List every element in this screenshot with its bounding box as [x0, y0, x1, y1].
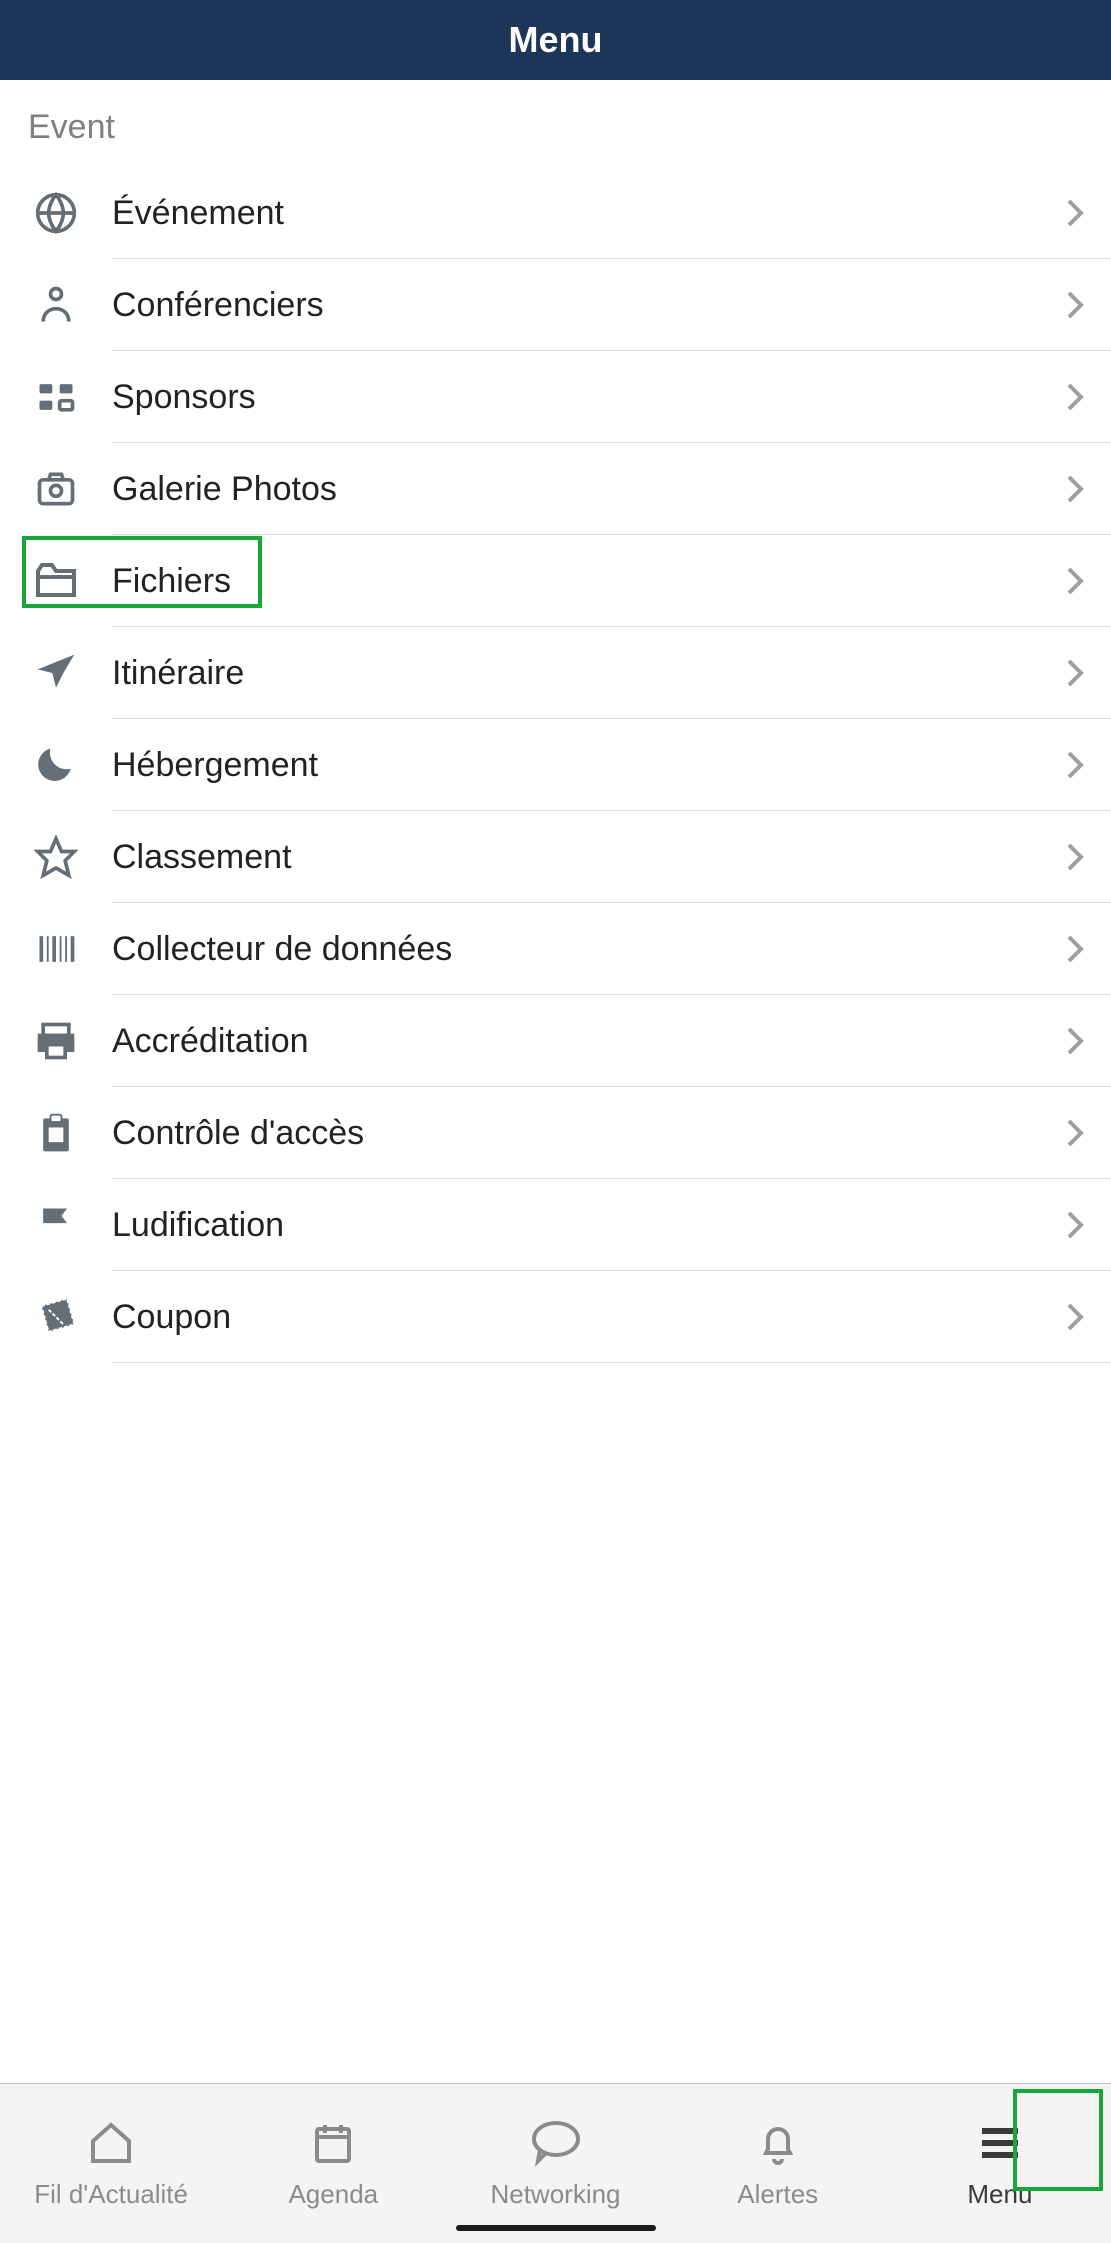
- tab-bar-wrapper: Fil d'Actualité Agenda Networking Alerte…: [0, 2083, 1111, 2243]
- menu-item-hebergement[interactable]: z Hébergement: [0, 719, 1111, 811]
- menu-item-evenement[interactable]: Événement: [0, 167, 1111, 259]
- tab-menu[interactable]: Menu: [889, 2084, 1111, 2243]
- chevron-right-icon: [1063, 749, 1111, 781]
- chevron-right-icon: [1063, 473, 1111, 505]
- tab-label: Agenda: [288, 2179, 378, 2210]
- globe-icon: [28, 191, 84, 235]
- menu-item-label: Classement: [84, 838, 1063, 877]
- tab-alertes[interactable]: Alertes: [667, 2084, 889, 2243]
- menu-item-ludification[interactable]: Ludification: [0, 1179, 1111, 1271]
- chevron-right-icon: [1063, 1025, 1111, 1057]
- tab-label: Fil d'Actualité: [34, 2179, 188, 2210]
- app-header: Menu: [0, 0, 1111, 80]
- menu-item-classement[interactable]: Classement: [0, 811, 1111, 903]
- menu-item-label: Événement: [84, 194, 1063, 233]
- chevron-right-icon: [1063, 289, 1111, 321]
- plane-icon: [28, 651, 84, 695]
- menu-item-label: Ludification: [84, 1206, 1063, 1245]
- calendar-icon: [309, 2117, 357, 2169]
- folder-icon: [28, 559, 84, 603]
- printer-icon: [28, 1019, 84, 1063]
- menu-item-label: Hébergement: [84, 746, 1063, 785]
- menu-item-accreditation[interactable]: Accréditation: [0, 995, 1111, 1087]
- chevron-right-icon: [1063, 381, 1111, 413]
- home-indicator: [456, 2225, 656, 2231]
- menu-item-collecteur-donnees[interactable]: Collecteur de données: [0, 903, 1111, 995]
- section-label: Event: [0, 108, 1111, 167]
- menu-item-label: Itinéraire: [84, 654, 1063, 693]
- ticket-icon: [28, 1295, 84, 1339]
- home-icon: [87, 2117, 135, 2169]
- menu-item-sponsors[interactable]: Sponsors: [0, 351, 1111, 443]
- svg-text:z: z: [60, 749, 65, 761]
- menu-item-label: Coupon: [84, 1298, 1063, 1337]
- menu-item-coupon[interactable]: Coupon: [0, 1271, 1111, 1363]
- star-icon: [28, 835, 84, 879]
- person-icon: [28, 283, 84, 327]
- tab-bar: Fil d'Actualité Agenda Networking Alerte…: [0, 2083, 1111, 2243]
- tab-label: Menu: [967, 2179, 1032, 2210]
- menu-item-label: Conférenciers: [84, 286, 1063, 325]
- menu-item-label: Accréditation: [84, 1022, 1063, 1061]
- chevron-right-icon: [1063, 565, 1111, 597]
- flag-icon: [28, 1203, 84, 1247]
- tab-label: Networking: [490, 2179, 620, 2210]
- chevron-right-icon: [1063, 1301, 1111, 1333]
- tab-fil-actualite[interactable]: Fil d'Actualité: [0, 2084, 222, 2243]
- menu-item-label: Collecteur de données: [84, 930, 1063, 969]
- clipboard-icon: [28, 1111, 84, 1155]
- menu-item-label: Galerie Photos: [84, 470, 1063, 509]
- menu-item-label: Fichiers: [84, 562, 1063, 601]
- menu-item-conferenciers[interactable]: Conférenciers: [0, 259, 1111, 351]
- menu-item-controle-acces[interactable]: Contrôle d'accès: [0, 1087, 1111, 1179]
- menu-item-label: Sponsors: [84, 378, 1063, 417]
- chevron-right-icon: [1063, 841, 1111, 873]
- grid-icon: [28, 375, 84, 419]
- tab-agenda[interactable]: Agenda: [222, 2084, 444, 2243]
- chevron-right-icon: [1063, 197, 1111, 229]
- moon-icon: z: [28, 743, 84, 787]
- barcode-icon: [28, 927, 84, 971]
- menu-item-fichiers[interactable]: Fichiers: [0, 535, 1111, 627]
- chevron-right-icon: [1063, 933, 1111, 965]
- menu-item-itineraire[interactable]: Itinéraire: [0, 627, 1111, 719]
- content-area: Event Événement Conférenciers: [0, 80, 1111, 1363]
- menu-list: Événement Conférenciers Sponsors: [0, 167, 1111, 1363]
- chevron-right-icon: [1063, 657, 1111, 689]
- header-title: Menu: [509, 19, 603, 61]
- chevron-right-icon: [1063, 1209, 1111, 1241]
- tab-label: Alertes: [737, 2179, 818, 2210]
- menu-icon: [974, 2117, 1026, 2169]
- menu-item-label: Contrôle d'accès: [84, 1114, 1063, 1153]
- bell-icon: [754, 2117, 802, 2169]
- camera-icon: [28, 467, 84, 511]
- chevron-right-icon: [1063, 1117, 1111, 1149]
- tab-networking[interactable]: Networking: [444, 2084, 666, 2243]
- chat-icon: [530, 2117, 582, 2169]
- menu-item-galerie-photos[interactable]: Galerie Photos: [0, 443, 1111, 535]
